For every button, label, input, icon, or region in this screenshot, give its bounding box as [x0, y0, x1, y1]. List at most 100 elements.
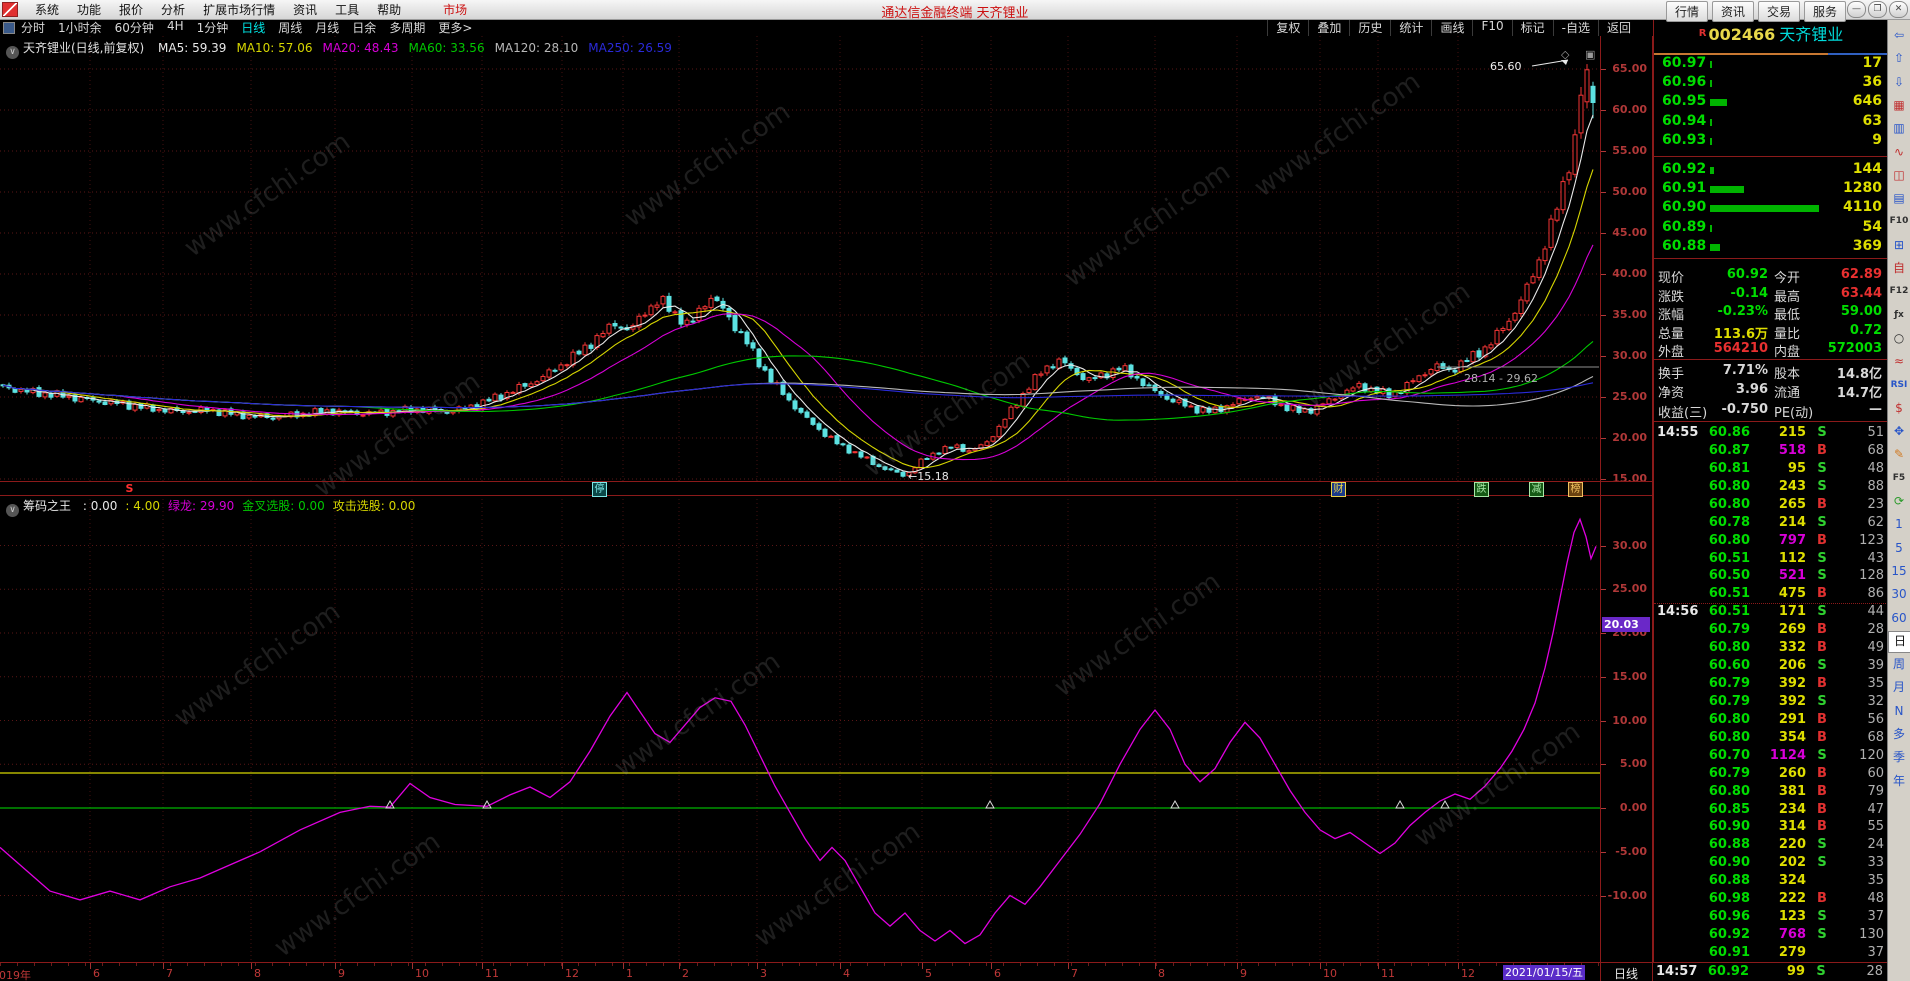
- period-月线[interactable]: 月线: [315, 19, 339, 36]
- orderbook-row[interactable]: 60.88369: [1654, 238, 1888, 256]
- rail-button-ƒx[interactable]: ƒx: [1888, 305, 1910, 325]
- menu-item-工具[interactable]: 工具: [326, 1, 368, 18]
- menu-item-帮助[interactable]: 帮助: [368, 1, 410, 18]
- period-更多>[interactable]: 更多>: [438, 19, 472, 36]
- volume-bar-icon: [1710, 99, 1727, 106]
- menu-item-功能[interactable]: 功能: [68, 1, 110, 18]
- orderbook-row[interactable]: 60.904110: [1654, 199, 1888, 217]
- orderbook-row[interactable]: 60.9717: [1654, 55, 1888, 73]
- menu-item-系统[interactable]: 系统: [26, 1, 68, 18]
- rail-button-▦[interactable]: ▦: [1888, 95, 1910, 115]
- rail-button-60[interactable]: 60: [1888, 608, 1910, 628]
- period-周线[interactable]: 周线: [278, 19, 302, 36]
- period-日余[interactable]: 日余: [352, 19, 376, 36]
- rail-button-○[interactable]: ○: [1888, 328, 1910, 348]
- menu-item-资讯[interactable]: 资讯: [284, 1, 326, 18]
- orderbook-row[interactable]: 60.95646: [1654, 93, 1888, 111]
- rail-button-⇧[interactable]: ⇧: [1888, 48, 1910, 68]
- rail-button-≈[interactable]: ≈: [1888, 351, 1910, 371]
- event-marker-S[interactable]: S: [123, 482, 136, 495]
- rail-button-▤[interactable]: ▤: [1888, 188, 1910, 208]
- minimize-button[interactable]: —: [1847, 1, 1866, 18]
- rail-button-月[interactable]: 月: [1888, 677, 1910, 697]
- period-label[interactable]: 日线: [1601, 965, 1651, 981]
- toolbar-button-统计[interactable]: 统计: [1390, 19, 1431, 36]
- ma-legend: MA5: 59.39MA10: 57.06MA20: 48.43MA60: 33…: [148, 41, 672, 55]
- rail-button-年[interactable]: 年: [1888, 771, 1910, 791]
- orderbook-row[interactable]: 60.911280: [1654, 180, 1888, 198]
- rail-button-F10[interactable]: F10: [1888, 211, 1910, 231]
- period-分时[interactable]: 分时: [21, 19, 45, 36]
- month-label: 3: [760, 967, 767, 980]
- orderbook-row[interactable]: 60.9463: [1654, 113, 1888, 131]
- axis-tick: [1601, 764, 1606, 765]
- period-1分钟[interactable]: 1分钟: [197, 19, 229, 36]
- rail-button-⊞[interactable]: ⊞: [1888, 235, 1910, 255]
- menu-item-扩展市场行情[interactable]: 扩展市场行情: [194, 1, 284, 18]
- rail-button-季[interactable]: 季: [1888, 747, 1910, 767]
- toolbar-right-buttons: 复权叠加历史统计画线F10标记-自选返回: [1267, 19, 1639, 36]
- event-marker-停[interactable]: 停: [592, 482, 607, 497]
- rail-button-F5[interactable]: F5: [1888, 468, 1910, 488]
- kline-corner-icons[interactable]: ◇ ▣: [1561, 48, 1601, 61]
- close-button[interactable]: ✕: [1889, 1, 1908, 18]
- rail-button-1[interactable]: 1: [1888, 514, 1910, 534]
- tick-price: 60.81: [1694, 461, 1750, 476]
- toolbar-button-画线[interactable]: 画线: [1431, 19, 1472, 36]
- rail-button-▥[interactable]: ▥: [1888, 118, 1910, 138]
- rail-button-✥[interactable]: ✥: [1888, 421, 1910, 441]
- top-button-服务[interactable]: 服务: [1804, 1, 1846, 22]
- rail-button-⟳[interactable]: ⟳: [1888, 491, 1910, 511]
- rail-button-⇩[interactable]: ⇩: [1888, 72, 1910, 92]
- event-marker-榜[interactable]: 榜: [1568, 482, 1583, 497]
- rail-button-多[interactable]: 多: [1888, 724, 1910, 744]
- period-多周期[interactable]: 多周期: [389, 19, 425, 36]
- rail-button-周[interactable]: 周: [1888, 654, 1910, 674]
- top-button-资讯[interactable]: 资讯: [1712, 1, 1754, 22]
- rail-button-15[interactable]: 15: [1888, 561, 1910, 581]
- orderbook-row[interactable]: 60.92144: [1654, 161, 1888, 179]
- tick-row: 60.92768S130: [1654, 927, 1888, 944]
- toolbar-grid-icon[interactable]: [3, 22, 15, 34]
- stock-header[interactable]: R002466天齐锂业: [1654, 21, 1888, 45]
- month-label: 12: [1461, 967, 1475, 980]
- event-marker-减[interactable]: 减: [1529, 482, 1544, 497]
- top-button-行情[interactable]: 行情: [1666, 1, 1708, 22]
- toolbar-button--自选[interactable]: -自选: [1553, 19, 1598, 36]
- rail-button-∿[interactable]: ∿: [1888, 142, 1910, 162]
- toolbar-button-F10[interactable]: F10: [1472, 19, 1511, 36]
- period-60分钟[interactable]: 60分钟: [115, 19, 154, 36]
- toolbar-button-历史[interactable]: 历史: [1349, 19, 1390, 36]
- toolbar-button-标记[interactable]: 标记: [1512, 19, 1553, 36]
- chevron-down-icon[interactable]: ∨: [6, 46, 19, 59]
- rail-button-N[interactable]: N: [1888, 701, 1910, 721]
- rail-button-30[interactable]: 30: [1888, 584, 1910, 604]
- toolbar-button-返回[interactable]: 返回: [1598, 19, 1639, 36]
- rail-button-自[interactable]: 自: [1888, 258, 1910, 278]
- restore-button[interactable]: ❐: [1868, 1, 1887, 18]
- rail-button-$[interactable]: $: [1888, 398, 1910, 418]
- menu-item-分析[interactable]: 分析: [152, 1, 194, 18]
- rail-button-✎[interactable]: ✎: [1888, 444, 1910, 464]
- menu-item-报价[interactable]: 报价: [110, 1, 152, 18]
- rail-button-⇦[interactable]: ⇦: [1888, 25, 1910, 45]
- toolbar-button-叠加[interactable]: 叠加: [1308, 19, 1349, 36]
- rail-button-日[interactable]: 日: [1888, 631, 1910, 653]
- rail-button-5[interactable]: 5: [1888, 538, 1910, 558]
- rail-button-RSI[interactable]: RSI: [1888, 375, 1910, 395]
- period-1小时余[interactable]: 1小时余: [58, 19, 102, 36]
- event-marker-跌[interactable]: 跌: [1474, 482, 1489, 497]
- top-button-交易[interactable]: 交易: [1758, 1, 1800, 22]
- orderbook-row[interactable]: 60.8954: [1654, 219, 1888, 237]
- rail-button-◫[interactable]: ◫: [1888, 165, 1910, 185]
- period-日线[interactable]: 日线: [241, 19, 265, 36]
- chevron-down-icon[interactable]: ∨: [6, 504, 19, 517]
- event-marker-财[interactable]: 财: [1331, 482, 1346, 497]
- rail-button-F12[interactable]: F12: [1888, 281, 1910, 301]
- toolbar-button-复权[interactable]: 复权: [1267, 19, 1308, 36]
- menu-item-market[interactable]: 市场: [434, 1, 476, 18]
- orderbook-row[interactable]: 60.939: [1654, 132, 1888, 150]
- stock-code: 002466: [1708, 25, 1775, 44]
- period-4H[interactable]: 4H: [167, 19, 184, 36]
- orderbook-row[interactable]: 60.9636: [1654, 74, 1888, 92]
